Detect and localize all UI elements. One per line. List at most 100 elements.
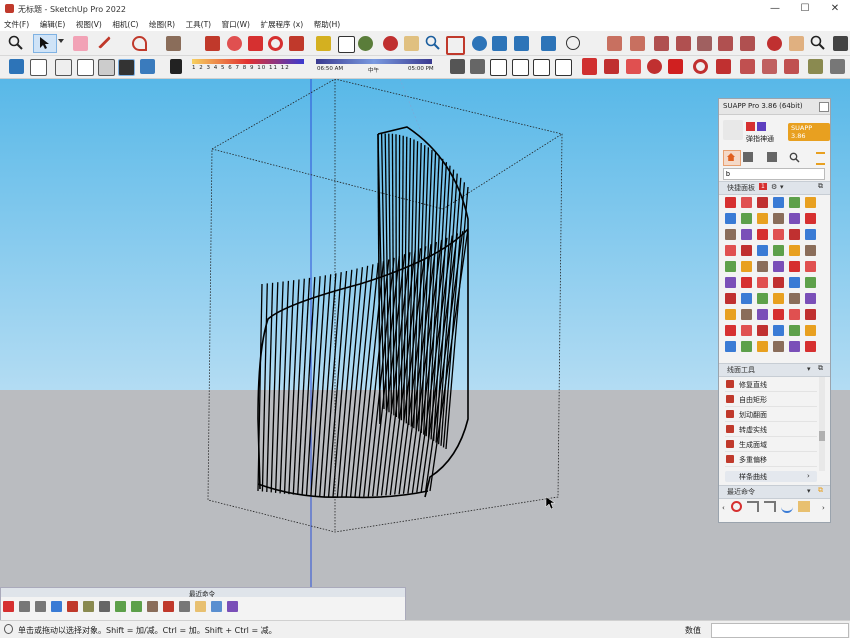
position-camera-icon[interactable]: [833, 36, 848, 51]
chevron-down-icon[interactable]: ▾: [807, 487, 811, 495]
quick-tool-icon[interactable]: [805, 197, 816, 208]
quick-tool-icon[interactable]: [741, 309, 752, 320]
zoom-icon[interactable]: [8, 35, 24, 51]
quick-tool-icon[interactable]: [805, 245, 816, 256]
menu-view[interactable]: 视图(V): [72, 18, 106, 31]
suapp-search-input[interactable]: [723, 168, 825, 180]
recent-tool-5-icon[interactable]: [798, 501, 810, 512]
menu-camera[interactable]: 相机(C): [108, 18, 142, 31]
quick-tool-icon[interactable]: [789, 277, 800, 288]
recent-command-icon[interactable]: [211, 601, 222, 612]
quick-tool-icon[interactable]: [741, 341, 752, 352]
quick-tool-icon[interactable]: [741, 261, 752, 272]
top-view-icon[interactable]: [470, 59, 485, 74]
account-icon[interactable]: [566, 36, 580, 50]
menu-tools[interactable]: 工具(T): [182, 18, 215, 31]
gear-icon[interactable]: ⚙: [771, 183, 777, 191]
quick-tool-icon[interactable]: [789, 261, 800, 272]
hidden-line-icon[interactable]: [98, 59, 115, 76]
chevron-left-icon[interactable]: ‹: [722, 504, 725, 512]
shadows-toggle-icon[interactable]: [170, 59, 182, 74]
quick-tool-icon[interactable]: [725, 197, 736, 208]
terrain-icon[interactable]: [514, 36, 529, 51]
recent-command-icon[interactable]: [195, 601, 206, 612]
avatar[interactable]: [723, 120, 743, 140]
quick-tool-icon[interactable]: [773, 245, 784, 256]
tools-scrollbar-thumb[interactable]: [819, 431, 825, 441]
quick-tool-icon[interactable]: [725, 277, 736, 288]
quick-tool-icon[interactable]: [757, 277, 768, 288]
quick-tool-icon[interactable]: [805, 229, 816, 240]
suapp-tool-8-icon[interactable]: [762, 59, 777, 74]
quick-tool-icon[interactable]: [741, 325, 752, 336]
recent-command-icon[interactable]: [3, 601, 14, 612]
move-icon[interactable]: [248, 36, 263, 51]
menu-window[interactable]: 窗口(W): [218, 18, 254, 31]
quick-tool-icon[interactable]: [805, 293, 816, 304]
paste-in-place-icon[interactable]: [30, 59, 47, 76]
cube-icon[interactable]: [767, 152, 777, 162]
subtract-icon[interactable]: [697, 36, 712, 51]
expand-icon[interactable]: ⧉: [818, 182, 823, 191]
menu-help[interactable]: 帮助(H): [310, 18, 345, 31]
recent-tool-1-icon[interactable]: [731, 501, 742, 512]
menu-file[interactable]: 文件(F): [0, 18, 33, 31]
recent-command-icon[interactable]: [115, 601, 126, 612]
recent-tool-2-icon[interactable]: [747, 501, 759, 512]
layers-icon[interactable]: [743, 152, 753, 162]
tool-dash-line[interactable]: 转虚实线: [725, 422, 817, 437]
quick-tool-icon[interactable]: [725, 229, 736, 240]
quick-tool-icon[interactable]: [789, 197, 800, 208]
quick-tool-icon[interactable]: [757, 341, 768, 352]
quick-tool-icon[interactable]: [805, 261, 816, 272]
month-slider[interactable]: [192, 59, 304, 64]
quick-tool-icon[interactable]: [757, 213, 768, 224]
suapp-tool-10-icon[interactable]: [808, 59, 823, 74]
recent-tool-4-icon[interactable]: [781, 505, 793, 513]
suapp-tool-7-icon[interactable]: [740, 59, 755, 74]
suapp-tool-9-icon[interactable]: [784, 59, 799, 74]
tape-measure-icon[interactable]: [316, 36, 331, 51]
quick-tool-icon[interactable]: [725, 245, 736, 256]
chevron-right-icon[interactable]: ›: [822, 504, 825, 512]
quick-tool-icon[interactable]: [805, 309, 816, 320]
suapp-tool-4-icon[interactable]: [668, 59, 683, 74]
tool-free-rect[interactable]: 自由矩形: [725, 392, 817, 407]
tool-multi-offset[interactable]: 多重偏移: [725, 452, 817, 467]
push-pull-icon[interactable]: [205, 36, 220, 51]
sandbox-icon[interactable]: [492, 36, 507, 51]
orbit-icon[interactable]: [383, 36, 398, 51]
recent-command-icon[interactable]: [51, 601, 62, 612]
recent-command-icon[interactable]: [131, 601, 142, 612]
quick-tool-icon[interactable]: [773, 197, 784, 208]
recent-command-icon[interactable]: [19, 601, 30, 612]
wireframe-icon[interactable]: [77, 59, 94, 76]
tools-scrollbar[interactable]: [819, 377, 825, 471]
shaded-icon[interactable]: [118, 59, 135, 76]
recent-command-icon[interactable]: [83, 601, 94, 612]
spline-section[interactable]: 样条曲线 ›: [725, 471, 817, 482]
component-icon[interactable]: [9, 59, 24, 74]
quick-tool-icon[interactable]: [789, 309, 800, 320]
text-tool-icon[interactable]: [338, 36, 355, 53]
suapp-tool-1-icon[interactable]: [604, 59, 619, 74]
arc-tool-icon[interactable]: [132, 36, 147, 51]
info-icon[interactable]: [4, 624, 13, 634]
quick-tool-icon[interactable]: [789, 213, 800, 224]
menu-edit[interactable]: 编辑(E): [36, 18, 70, 31]
tool-flip-face[interactable]: 划动翻面: [725, 407, 817, 422]
minimize-button[interactable]: —: [764, 2, 786, 16]
recent-command-icon[interactable]: [147, 601, 158, 612]
quick-tool-icon[interactable]: [741, 197, 752, 208]
suapp-tool-6-icon[interactable]: [716, 59, 731, 74]
quick-tool-icon[interactable]: [725, 309, 736, 320]
rotate-icon[interactable]: [268, 36, 283, 51]
menu-icon[interactable]: [816, 152, 825, 165]
paint-bucket-icon[interactable]: [358, 36, 373, 51]
solid-tools-icon[interactable]: [607, 36, 622, 51]
quick-tool-icon[interactable]: [757, 245, 768, 256]
quick-tool-icon[interactable]: [773, 277, 784, 288]
outer-shell-icon[interactable]: [630, 36, 645, 51]
quick-tool-icon[interactable]: [757, 325, 768, 336]
line-tools-header[interactable]: 线面工具 ▾ ⧉: [719, 363, 830, 377]
